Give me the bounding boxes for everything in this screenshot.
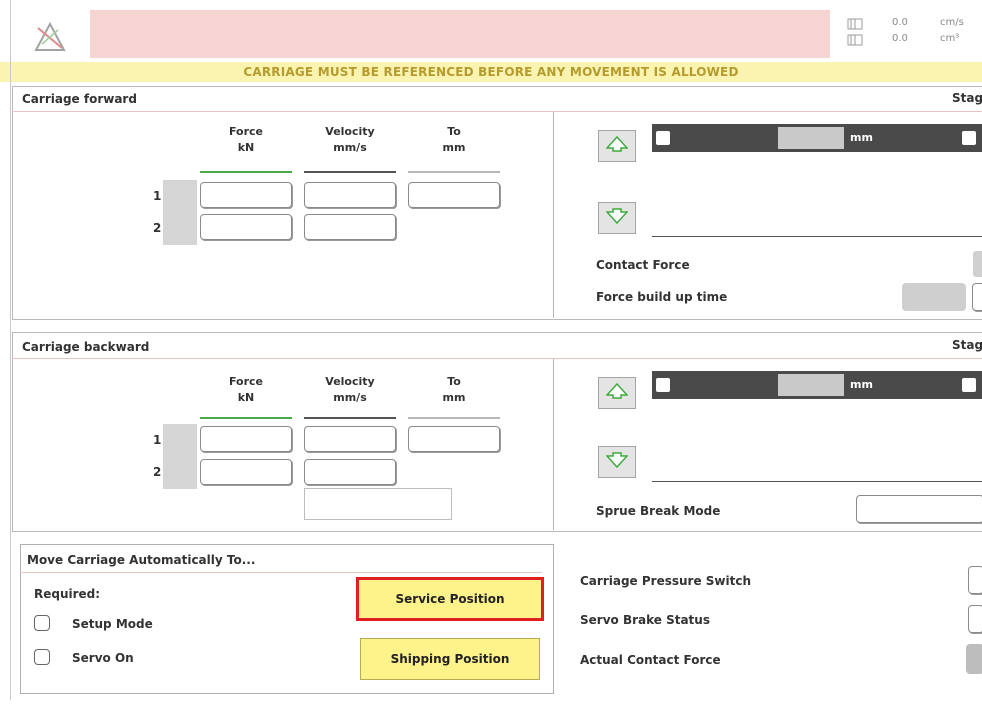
setup-mode-checkbox[interactable] xyxy=(34,615,50,631)
forward-force-underline xyxy=(200,171,292,173)
velocity-gauge-icon xyxy=(846,16,866,30)
forward-stage-underline xyxy=(652,236,982,237)
backward-stage-up-button[interactable] xyxy=(598,377,636,409)
force-build-time-label: Force build up time xyxy=(596,290,728,304)
backward-position-checkbox-left[interactable] xyxy=(656,378,670,392)
backward-force-2-input[interactable] xyxy=(200,459,292,485)
backward-stage-label: Stag xyxy=(952,338,982,352)
forward-vertical-divider xyxy=(553,112,554,318)
forward-position-checkbox-left[interactable] xyxy=(656,131,670,145)
servo-brake-status-label: Servo Brake Status xyxy=(580,613,710,627)
backward-velocity-underline xyxy=(304,417,396,419)
carriage-forward-title: Carriage forward xyxy=(22,92,137,106)
forward-stage-label: Stag xyxy=(952,91,982,105)
alarm-message-bar xyxy=(90,10,830,58)
reference-warning-banner: CARRIAGE MUST BE REFERENCED BEFORE ANY M… xyxy=(0,62,982,82)
auto-move-title: Move Carriage Automatically To... xyxy=(27,553,256,567)
backward-row-1-label: 1 xyxy=(153,433,162,447)
forward-to-1-input[interactable] xyxy=(408,182,500,208)
backward-force-underline xyxy=(200,417,292,419)
backward-stage-underline xyxy=(652,481,982,482)
required-label: Required: xyxy=(34,587,101,601)
forward-velocity-2-input[interactable] xyxy=(304,214,396,240)
setup-mode-label: Setup Mode xyxy=(72,617,153,631)
forward-row-strip xyxy=(163,180,197,245)
servo-on-checkbox[interactable] xyxy=(34,649,50,665)
forward-velocity-1-input[interactable] xyxy=(304,182,396,208)
arrow-down-icon xyxy=(605,451,629,473)
backward-row-2-label: 2 xyxy=(153,465,162,479)
forward-position-value xyxy=(778,127,844,149)
backward-vertical-divider xyxy=(553,359,554,530)
forward-velocity-header: Velocity mm/s xyxy=(325,125,375,154)
contact-force-field[interactable] xyxy=(973,251,982,277)
carriage-pressure-switch-label: Carriage Pressure Switch xyxy=(580,574,752,588)
backward-to-1-input[interactable] xyxy=(408,426,500,452)
velocity-value: 0.0 xyxy=(892,17,908,28)
arrow-up-icon xyxy=(605,382,629,404)
volume-value: 0.0 xyxy=(892,33,908,44)
backward-position-checkbox-right[interactable] xyxy=(962,378,976,392)
actual-contact-force-label: Actual Contact Force xyxy=(580,653,721,667)
sprue-break-mode-label: Sprue Break Mode xyxy=(596,504,721,518)
backward-velocity-1-input[interactable] xyxy=(304,426,396,452)
backward-stage-down-button[interactable] xyxy=(598,446,636,478)
backward-velocity-2-input[interactable] xyxy=(304,459,396,485)
forward-stage-up-button[interactable] xyxy=(598,130,636,162)
forward-to-header: To mm xyxy=(442,125,466,154)
forward-position-unit: mm xyxy=(850,131,873,144)
force-build-time-input[interactable] xyxy=(972,283,982,311)
velocity-unit: cm/s xyxy=(940,17,964,28)
forward-force-1-input[interactable] xyxy=(200,182,292,208)
service-position-button[interactable]: Service Position xyxy=(356,577,544,621)
arrow-down-icon xyxy=(605,207,629,229)
arrow-up-icon xyxy=(605,135,629,157)
backward-force-1-input[interactable] xyxy=(200,426,292,452)
forward-velocity-underline xyxy=(304,171,396,173)
volume-unit: cm³ xyxy=(940,33,960,44)
servo-brake-status-indicator xyxy=(968,605,982,633)
warning-triangle-icon xyxy=(20,10,80,58)
backward-position-value xyxy=(778,374,844,396)
forward-position-checkbox-right[interactable] xyxy=(962,131,976,145)
actual-contact-force-value xyxy=(966,644,982,674)
contact-force-label: Contact Force xyxy=(596,258,690,272)
backward-row-strip xyxy=(163,424,197,489)
backward-extra-field[interactable] xyxy=(304,488,452,520)
forward-row-2-label: 2 xyxy=(153,221,162,235)
forward-force-2-input[interactable] xyxy=(200,214,292,240)
forward-header-divider xyxy=(12,111,982,112)
sprue-break-mode-select[interactable] xyxy=(856,495,982,523)
backward-velocity-header: Velocity mm/s xyxy=(325,375,375,404)
backward-force-header: Force kN xyxy=(228,375,264,404)
backward-position-unit: mm xyxy=(850,378,873,391)
auto-move-divider xyxy=(20,572,542,573)
forward-stage-down-button[interactable] xyxy=(598,202,636,234)
backward-to-underline xyxy=(408,417,500,419)
carriage-backward-title: Carriage backward xyxy=(22,340,150,354)
volume-gauge-icon xyxy=(846,32,866,46)
carriage-pressure-switch-indicator xyxy=(968,566,982,594)
servo-on-label: Servo On xyxy=(72,651,134,665)
forward-to-underline xyxy=(408,171,500,173)
forward-row-1-label: 1 xyxy=(153,189,162,203)
backward-to-header: To mm xyxy=(442,375,466,404)
backward-header-divider xyxy=(12,358,982,359)
forward-force-header: Force kN xyxy=(228,125,264,154)
window-left-border xyxy=(10,0,11,700)
shipping-position-button[interactable]: Shipping Position xyxy=(360,638,540,680)
force-build-time-value xyxy=(902,283,966,311)
